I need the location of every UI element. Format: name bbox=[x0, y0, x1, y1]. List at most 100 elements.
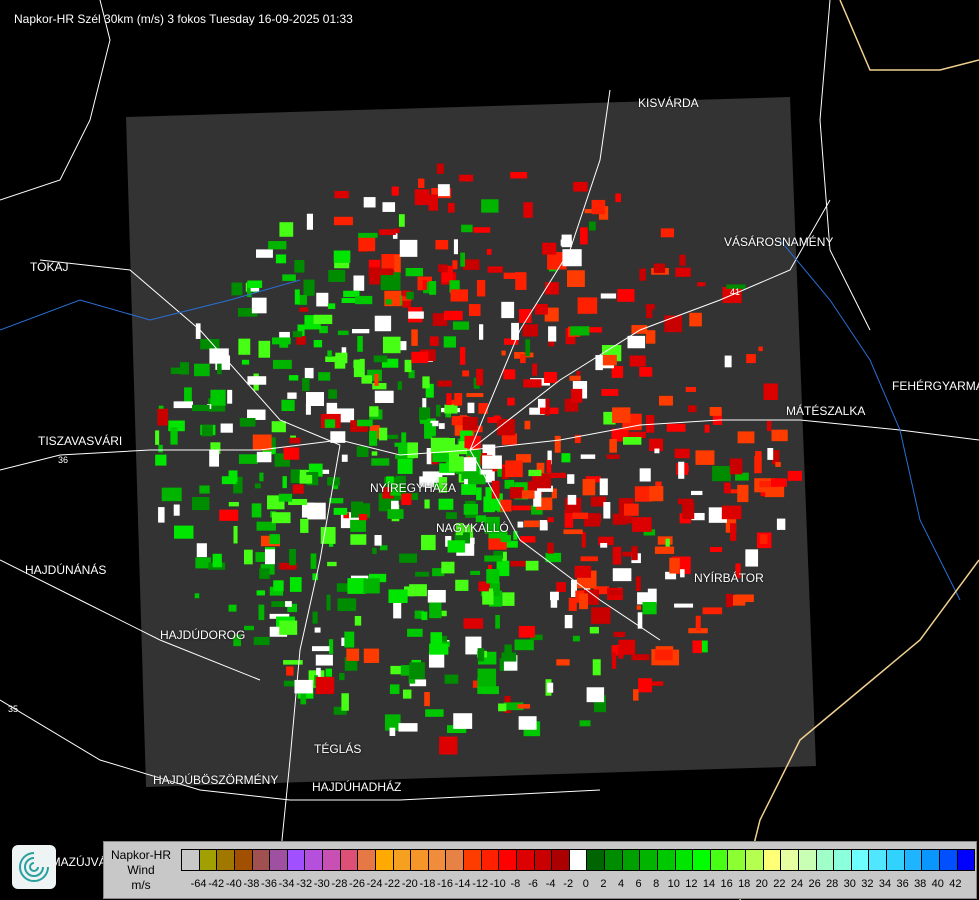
radar-echo bbox=[729, 458, 743, 475]
radar-echo bbox=[209, 449, 220, 467]
radar-echo bbox=[279, 222, 294, 237]
radar-echo bbox=[619, 516, 633, 524]
radar-echo bbox=[314, 627, 321, 633]
radar-echo bbox=[394, 254, 401, 273]
radar-echo bbox=[311, 646, 330, 652]
radar-echo bbox=[334, 190, 349, 199]
radar-echo bbox=[228, 604, 237, 612]
radar-echo bbox=[299, 474, 313, 484]
radar-echo bbox=[476, 368, 484, 386]
radar-echo bbox=[649, 486, 664, 502]
radar-echo bbox=[258, 604, 265, 621]
radar-echo bbox=[354, 295, 373, 305]
radar-echo bbox=[580, 454, 596, 459]
radar-echo bbox=[759, 534, 768, 545]
radar-echo bbox=[603, 502, 611, 519]
radar-echo bbox=[155, 454, 167, 466]
radar-echo bbox=[500, 534, 511, 543]
radar-echo bbox=[695, 450, 715, 465]
legend-tick-label: 36 bbox=[896, 878, 909, 890]
radar-echo bbox=[678, 461, 685, 479]
radar-echo bbox=[525, 339, 531, 357]
radar-echo bbox=[633, 689, 639, 701]
radar-echo bbox=[231, 282, 243, 296]
radar-echo bbox=[679, 254, 686, 266]
radar-echo bbox=[411, 329, 418, 346]
radar-echo bbox=[482, 455, 502, 469]
radar-echo bbox=[389, 727, 396, 736]
radar-echo bbox=[350, 534, 367, 545]
radar-echo bbox=[369, 406, 379, 417]
radar-echo bbox=[374, 390, 394, 403]
legend-color-cell bbox=[199, 850, 218, 870]
radar-echo bbox=[424, 692, 430, 707]
radar-echo bbox=[268, 241, 287, 250]
radar-echo bbox=[256, 451, 272, 463]
radar-echo bbox=[425, 709, 444, 717]
radar-echo bbox=[289, 437, 301, 444]
radar-echo bbox=[787, 470, 802, 481]
radar-echo bbox=[613, 631, 626, 638]
radar-echo bbox=[302, 378, 310, 392]
radar-echo bbox=[572, 635, 580, 642]
radar-echo bbox=[422, 280, 427, 290]
radar-echo bbox=[369, 430, 378, 446]
color-legend: Napkor-HR Wind m/s -64 -42 -40 -38 -36 -34 -32… bbox=[103, 841, 977, 899]
radar-echo bbox=[398, 723, 418, 732]
radar-echo bbox=[612, 546, 622, 565]
legend-tick-label: -16 bbox=[437, 878, 453, 890]
radar-echo bbox=[638, 678, 652, 693]
radar-echo bbox=[611, 651, 617, 669]
radar-echo bbox=[344, 631, 355, 648]
radar-echo bbox=[525, 560, 539, 571]
radar-echo bbox=[509, 487, 524, 499]
radar-echo bbox=[379, 427, 388, 441]
radar-echo bbox=[517, 521, 524, 528]
radar-echo bbox=[564, 614, 573, 629]
radar-echo bbox=[388, 589, 408, 604]
radar-echo bbox=[523, 379, 542, 388]
radar-echo bbox=[327, 561, 337, 567]
radar-echo bbox=[487, 266, 503, 273]
radar-echo bbox=[463, 618, 484, 629]
radar-echo bbox=[697, 282, 706, 287]
radar-echo bbox=[357, 419, 373, 427]
radar-echo bbox=[286, 666, 294, 676]
legend-tick-label: -42 bbox=[208, 878, 225, 890]
radar-echo bbox=[238, 338, 251, 355]
radar-echo bbox=[327, 303, 336, 310]
radar-echo bbox=[329, 498, 344, 504]
radar-echo bbox=[514, 639, 534, 651]
legend-title: Napkor-HR bbox=[110, 848, 171, 862]
radar-echo bbox=[313, 314, 333, 325]
radar-echo bbox=[379, 229, 396, 236]
radar-echo bbox=[560, 239, 572, 246]
radar-echo bbox=[328, 639, 334, 654]
legend-tick-label: 20 bbox=[755, 878, 768, 890]
radar-echo bbox=[655, 649, 673, 661]
legend-tick-label: 32 bbox=[861, 878, 874, 890]
radar-echo bbox=[256, 590, 266, 596]
radar-echo bbox=[654, 448, 660, 454]
radar-echo bbox=[369, 267, 381, 285]
radar-echo bbox=[353, 275, 365, 291]
radar-echo bbox=[666, 423, 686, 432]
radar-echo bbox=[502, 592, 515, 606]
radar-echo bbox=[356, 446, 369, 457]
legend-tick-label: -18 bbox=[419, 878, 436, 890]
radar-echo bbox=[725, 593, 734, 608]
radar-echo bbox=[194, 363, 210, 377]
radar-echo bbox=[399, 553, 417, 563]
radar-echo bbox=[592, 659, 601, 676]
legend-tick-label: -30 bbox=[313, 878, 330, 890]
radar-echo bbox=[437, 380, 452, 387]
radar-echo bbox=[382, 202, 396, 212]
legend-tick-label: 2 bbox=[600, 878, 607, 890]
radar-echo bbox=[359, 358, 365, 376]
radar-echo bbox=[325, 356, 339, 362]
radar-echo bbox=[447, 202, 455, 213]
radar-echo bbox=[579, 720, 591, 727]
radar-echo bbox=[615, 193, 622, 203]
radar-echo bbox=[639, 468, 651, 482]
legend-color-cell bbox=[763, 850, 782, 870]
